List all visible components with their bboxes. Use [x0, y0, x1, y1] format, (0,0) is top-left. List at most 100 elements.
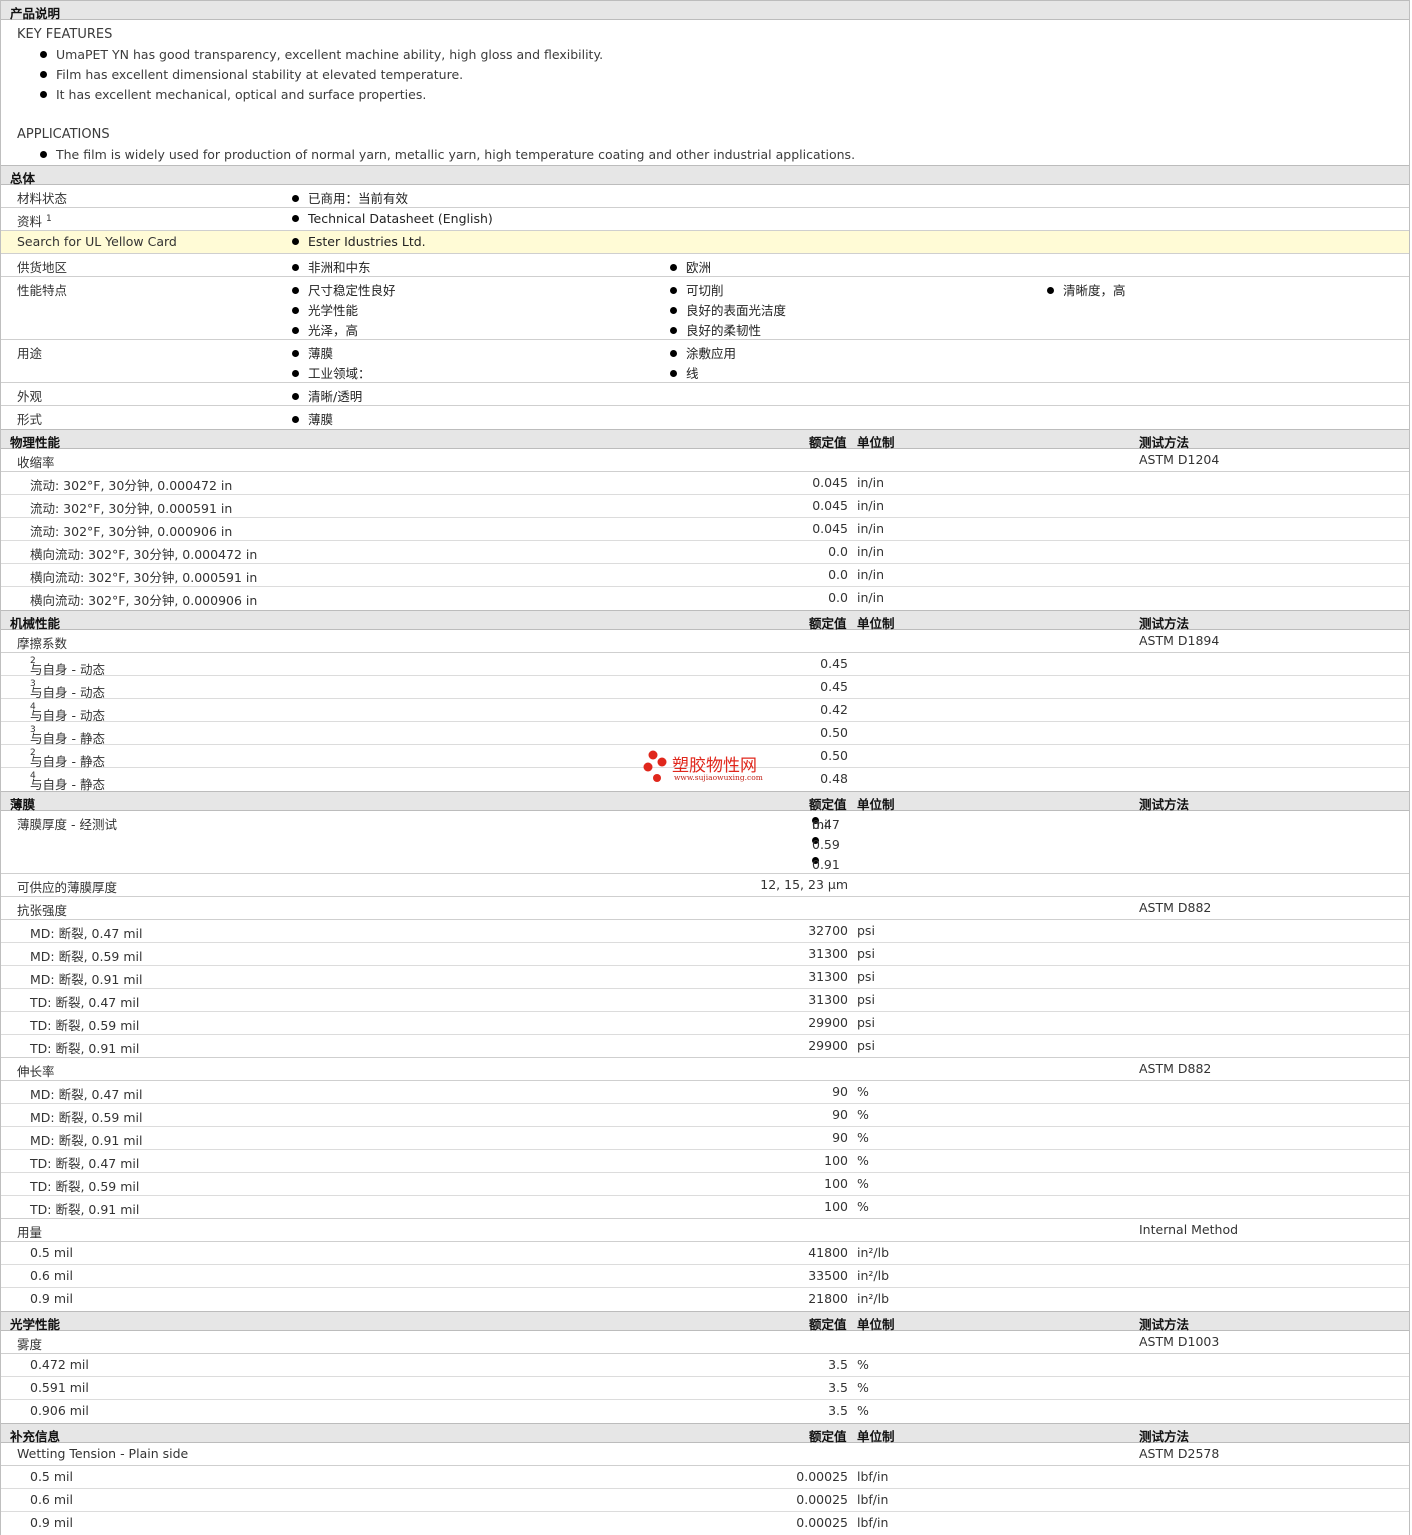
- bullet-icon: [40, 71, 47, 78]
- list-item: 良好的柔韧性: [670, 320, 761, 339]
- row-label: 性能特点: [17, 283, 68, 298]
- bullet-icon: [670, 287, 677, 294]
- list-item: 非洲和中东: [292, 257, 371, 276]
- table-row: MD: 断裂, 0.47 mil 32700 psi: [1, 920, 1409, 943]
- bullet-icon: [292, 327, 299, 334]
- list-item: 光学性能: [292, 300, 358, 319]
- list-item: 欧洲: [670, 257, 711, 276]
- section-header-supplemental: 补充信息 额定值 单位制 测试方法: [1, 1423, 1409, 1444]
- bullet-icon: [1047, 287, 1054, 294]
- list-item: 已商用：当前有效: [292, 188, 408, 207]
- bullet-icon: [670, 264, 677, 271]
- row-label: 外观: [17, 389, 43, 404]
- table-row: 0.5 mil 0.00025 lbf/in: [1, 1466, 1409, 1489]
- table-row: TD: 断裂, 0.91 mil 29900 psi: [1, 1035, 1409, 1058]
- list-item: 光泽，高: [292, 320, 358, 339]
- general-row-uses: 用途 薄膜 涂敷应用 工业领域： 线: [1, 340, 1409, 383]
- datasheet-page: 产品说明 KEY FEATURES UmaPET YN has good tra…: [0, 0, 1410, 1535]
- table-row: 0.9 mil 0.00025 lbf/in: [30, 1515, 889, 1530]
- row-label: 用途: [17, 346, 43, 361]
- list-item: 良好的表面光洁度: [670, 300, 786, 319]
- table-row: MD: 断裂, 0.59 mil 31300 psi: [1, 943, 1409, 966]
- list-item: 薄膜: [292, 409, 333, 428]
- table-row: TD: 断裂, 0.91 mil 100%: [1, 1196, 1409, 1219]
- bullet-icon: [670, 350, 677, 357]
- property-group-row: 抗张强度 ASTM D882: [1, 897, 1409, 920]
- table-row: MD: 断裂, 0.47 mil 90%: [1, 1081, 1409, 1104]
- general-row-docs: 资料 1 Technical Datasheet (English): [1, 208, 1409, 231]
- section-title: 产品说明: [10, 6, 61, 21]
- table-row: 横向流动: 302°F, 30分钟, 0.000591 in 0.0 in/in: [1, 564, 1409, 587]
- bullet-icon: [40, 91, 47, 98]
- general-row-features: 性能特点 尺寸稳定性良好 可切削 清晰度，高 光学性能 良好的表面光洁度 光泽，…: [1, 277, 1409, 340]
- bullet-icon: [292, 195, 299, 202]
- list-item: 可切削: [670, 280, 724, 299]
- table-row: 0.906 mil 3.5%: [30, 1403, 869, 1418]
- general-row-form: 形式 薄膜: [1, 406, 1409, 429]
- bullet-icon: [292, 238, 299, 245]
- row-label: 形式: [17, 412, 43, 427]
- bullet-icon: [40, 51, 47, 58]
- film-thickness-row: 薄膜厚度 - 经测试 0.47 mil 0.59 0.91: [1, 811, 1409, 874]
- section-header-description: 产品说明: [1, 0, 1409, 21]
- list-item: 工业领域：: [292, 363, 371, 382]
- watermark-url: www.sujiaowuxing.com: [674, 773, 763, 782]
- key-feature-item: Film has excellent dimensional stability…: [40, 67, 463, 82]
- table-row: 流动: 302°F, 30分钟, 0.000591 in 0.045 in/in: [1, 495, 1409, 518]
- watermark-logo: 塑胶物性网 www.sujiaowuxing.com: [643, 750, 773, 786]
- row-label: 供货地区: [17, 260, 68, 275]
- bullet-icon: [670, 370, 677, 377]
- table-row: 流动: 302°F, 30分钟, 0.000472 in 0.045 in/in: [1, 472, 1409, 495]
- general-row-ul-yellow-card: Search for UL Yellow Card Ester Idustrie…: [1, 231, 1409, 254]
- table-row: 与自身 - 动态 4 0.42: [1, 699, 1409, 723]
- table-row: 与自身 - 静态 3 0.50: [1, 722, 1409, 746]
- property-group-row: 用量 Internal Method: [1, 1219, 1409, 1242]
- table-row: TD: 断裂, 0.59 mil 29900 psi: [1, 1012, 1409, 1035]
- bullet-icon: [292, 264, 299, 271]
- key-feature-item: It has excellent mechanical, optical and…: [40, 87, 426, 102]
- bullet-icon: [670, 327, 677, 334]
- datasheet-link[interactable]: Technical Datasheet (English): [292, 211, 493, 226]
- table-row: MD: 断裂, 0.91 mil 31300 psi: [1, 966, 1409, 989]
- watermark-dots-icon: [643, 750, 667, 782]
- available-thickness-row: 可供应的薄膜厚度 12, 15, 23 µm: [1, 874, 1409, 897]
- list-item: 尺寸稳定性良好: [292, 280, 396, 299]
- bullet-icon: [40, 151, 47, 158]
- table-row: 0.9 mil 21800 in²/lb: [30, 1291, 890, 1306]
- section-header-general: 总体: [1, 165, 1409, 186]
- table-row: 0.472 mil 3.5%: [1, 1354, 1409, 1377]
- supplier-link[interactable]: Ester Idustries Ltd.: [292, 234, 426, 249]
- table-row: 0.6 mil 33500 in²/lb: [1, 1265, 1409, 1288]
- table-row: TD: 断裂, 0.47 mil 31300 psi: [1, 989, 1409, 1012]
- table-row: 横向流动: 302°F, 30分钟, 0.000472 in 0.0 in/in: [1, 541, 1409, 564]
- bullet-icon: [670, 307, 677, 314]
- general-row-appearance: 外观 清晰/透明: [1, 383, 1409, 406]
- table-row: 0.591 mil 3.5%: [1, 1377, 1409, 1400]
- list-item: 涂敷应用: [670, 343, 736, 362]
- general-row-regions: 供货地区 非洲和中东 欧洲: [1, 254, 1409, 277]
- bullet-icon: [292, 393, 299, 400]
- table-row: 0.6 mil 0.00025 lbf/in: [1, 1489, 1409, 1512]
- property-group-row: 雾度 ASTM D1003: [1, 1331, 1409, 1354]
- table-row: MD: 断裂, 0.59 mil 90%: [1, 1104, 1409, 1127]
- table-row: TD: 断裂, 0.47 mil 100%: [1, 1150, 1409, 1173]
- row-label: 材料状态: [17, 191, 68, 206]
- bullet-icon: [292, 287, 299, 294]
- property-group-row: 摩擦系数 ASTM D1894: [1, 630, 1409, 653]
- list-item: 清晰/透明: [292, 386, 362, 405]
- key-features-heading: KEY FEATURES: [17, 27, 113, 42]
- table-row: 流动: 302°F, 30分钟, 0.000906 in 0.045 in/in: [1, 518, 1409, 541]
- section-header-optical: 光学性能 额定值 单位制 测试方法: [1, 1311, 1409, 1332]
- list-item: 薄膜: [292, 343, 333, 362]
- list-item: 线: [670, 363, 699, 382]
- table-row: MD: 断裂, 0.91 mil 90%: [1, 1127, 1409, 1150]
- bullet-icon: [292, 350, 299, 357]
- ul-yellow-card-link[interactable]: Search for UL Yellow Card: [17, 234, 177, 249]
- application-item: The film is widely used for production o…: [40, 147, 855, 162]
- property-group-row: 伸长率 ASTM D882: [1, 1058, 1409, 1081]
- table-row: 与自身 - 动态 3 0.45: [1, 676, 1409, 700]
- applications-heading: APPLICATIONS: [17, 127, 110, 142]
- section-header-mechanical: 机械性能 额定值 单位制 测试方法: [1, 610, 1409, 631]
- list-item: 清晰度，高: [1047, 280, 1126, 299]
- row-label: 资料 1: [17, 213, 52, 229]
